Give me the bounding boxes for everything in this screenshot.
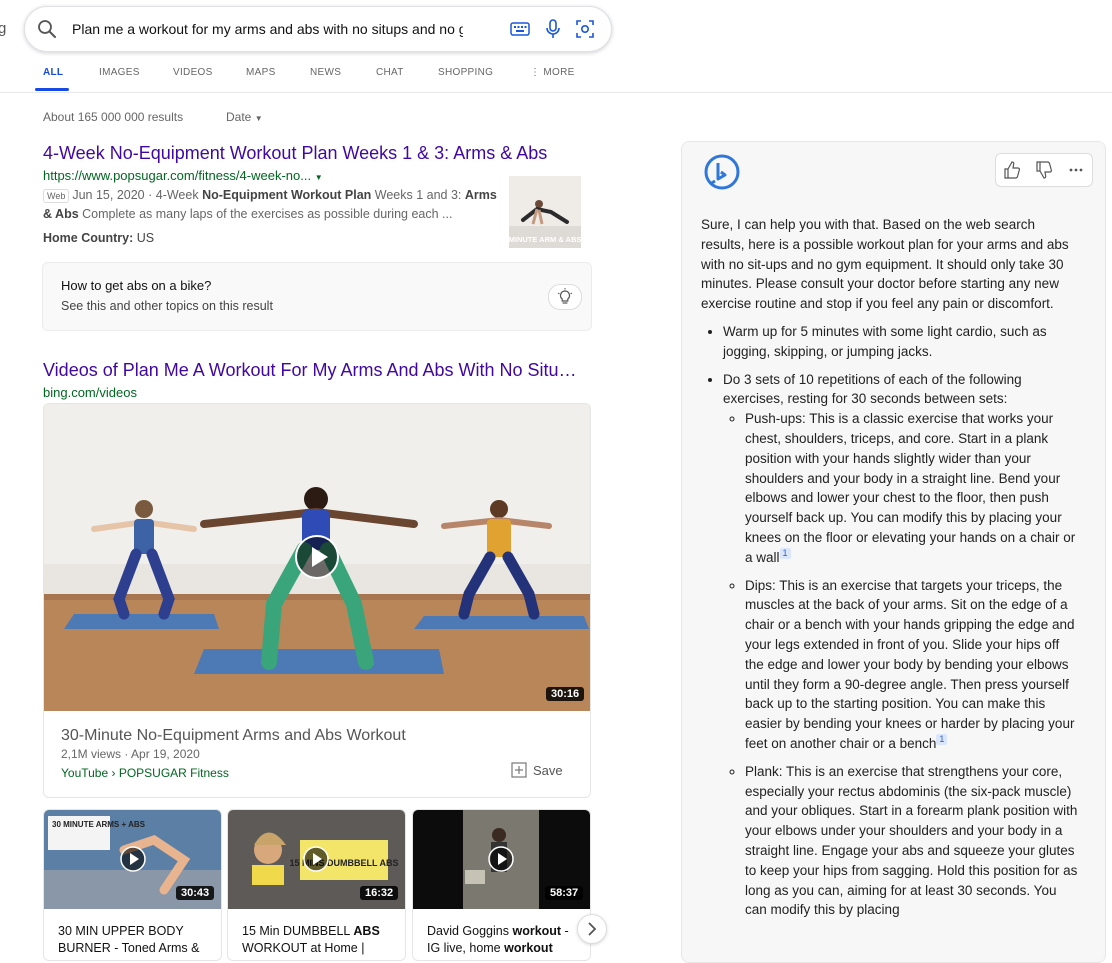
play-button-icon[interactable]	[488, 846, 514, 872]
tab-maps[interactable]: MAPS	[246, 67, 276, 78]
main-video-card[interactable]: 30:16 30-Minute No-Equipment Arms and Ab…	[43, 403, 591, 798]
thumbs-up-button[interactable]	[996, 154, 1028, 186]
video-caption[interactable]: 15 Min DUMBBELL ABS WORKOUT at Home |	[242, 923, 402, 957]
video-thumbnail-card[interactable]: 58:37 David Goggins workout - IG live, h…	[412, 809, 591, 961]
web-badge: Web	[43, 189, 70, 203]
play-button-icon[interactable]	[120, 846, 146, 872]
save-button[interactable]: Save	[511, 762, 563, 778]
bing-chat-logo-icon	[704, 154, 740, 190]
answer-bullet: Do 3 sets of 10 repetitions of each of t…	[723, 370, 1081, 921]
active-tab-indicator	[35, 88, 69, 91]
add-collection-icon	[511, 762, 527, 778]
video-thumbnail-card[interactable]: 30 MINUTE ARMS + ABS 30:43 30 MIN UPPER …	[43, 809, 222, 961]
thumbs-up-icon	[1004, 161, 1020, 179]
copilot-answer-panel: Sure, I can help you with that. Based on…	[681, 141, 1106, 963]
citation-marker[interactable]: 1	[779, 548, 791, 560]
thumbs-down-button[interactable]	[1028, 154, 1060, 186]
video-duration: 30:16	[546, 687, 585, 701]
tab-more[interactable]: ⋮ MORE	[530, 67, 575, 78]
play-button-icon[interactable]	[303, 846, 329, 872]
videos-source[interactable]: bing.com/videos	[43, 385, 137, 400]
tab-images[interactable]: IMAGES	[99, 67, 140, 78]
videos-section-title[interactable]: Videos of Plan Me A Workout For My Arms …	[43, 360, 583, 381]
cutoff-logo-glyph: g	[0, 20, 7, 37]
video-frame[interactable]: 30:16	[44, 404, 590, 711]
result-title-link[interactable]: 4-Week No-Equipment Workout Plan Weeks 1…	[43, 143, 547, 164]
thumbnail-caption: MINUTE ARM & ABS	[509, 235, 581, 244]
answer-subbullet: Push-ups: This is a classic exercise tha…	[745, 409, 1081, 567]
more-dots-icon: ⋮	[530, 67, 541, 78]
lightbulb-icon	[557, 288, 573, 304]
related-question-card[interactable]: How to get abs on a bike? See this and o…	[42, 262, 592, 331]
video-caption[interactable]: David Goggins workout - IG live, home wo…	[427, 923, 587, 957]
tab-shopping[interactable]: SHOPPING	[438, 67, 493, 78]
tab-all[interactable]: ALL	[43, 67, 63, 78]
workout-thumbnail-image: MINUTE ARM & ABS	[509, 176, 581, 248]
more-horizontal-icon	[1069, 168, 1083, 172]
chevron-right-icon	[588, 922, 597, 936]
scope-tabs: ALL IMAGES VIDEOS MAPS NEWS CHAT SHOPPIN…	[0, 62, 1112, 93]
thumbnail-badge-text: 30 MINUTE ARMS + ABS	[52, 820, 146, 829]
url-dropdown-icon[interactable]: ▼	[315, 173, 323, 182]
video-thumbnail-card[interactable]: 15 MINS DUMBBELL ABS 16:32 15 Min DUMBBE…	[227, 809, 406, 961]
video-channel[interactable]: YouTube › POPSUGAR Fitness	[61, 766, 229, 780]
results-count: About 165 000 000 results	[43, 110, 184, 124]
lightbulb-button[interactable]	[548, 284, 582, 310]
video-duration: 30:43	[176, 886, 215, 900]
more-options-button[interactable]	[1060, 154, 1092, 186]
answer-subbullet: Plank: This is an exercise that strength…	[745, 762, 1081, 920]
feedback-buttons	[995, 153, 1093, 187]
video-caption[interactable]: 30 MIN UPPER BODY BURNER - Toned Arms &	[58, 923, 218, 957]
related-question[interactable]: How to get abs on a bike?	[61, 278, 211, 293]
answer-intro: Sure, I can help you with that. Based on…	[701, 217, 1069, 312]
carousel-next-button[interactable]	[577, 914, 607, 944]
search-input[interactable]: Plan me a workout for my arms and abs wi…	[72, 21, 463, 37]
citation-marker[interactable]: 1	[936, 734, 948, 746]
microphone-icon[interactable]	[545, 19, 561, 39]
search-box[interactable]: Plan me a workout for my arms and abs wi…	[24, 6, 612, 52]
answer-subbullet: Dips: This is an exercise that targets y…	[745, 576, 1081, 754]
tab-chat[interactable]: CHAT	[376, 67, 404, 78]
video-views-date: 2,1M views · Apr 19, 2020	[61, 747, 200, 761]
tab-news[interactable]: NEWS	[310, 67, 341, 78]
keyboard-icon[interactable]	[510, 20, 530, 38]
visual-search-icon[interactable]	[575, 19, 595, 39]
date-filter[interactable]: Date ▼	[226, 110, 263, 124]
chat-answer: Sure, I can help you with that. Based on…	[701, 215, 1081, 928]
video-thumbnail-row: 30 MINUTE ARMS + ABS 30:43 30 MIN UPPER …	[43, 809, 591, 961]
tab-videos[interactable]: VIDEOS	[173, 67, 213, 78]
result-url[interactable]: https://www.popsugar.com/fitness/4-week-…	[43, 168, 323, 183]
video-duration: 58:37	[545, 886, 584, 900]
related-subtext: See this and other topics on this result	[61, 299, 273, 313]
caret-down-icon: ▼	[254, 114, 263, 123]
video-title[interactable]: 30-Minute No-Equipment Arms and Abs Work…	[61, 727, 406, 745]
video-duration: 16:32	[360, 886, 399, 900]
play-button-icon[interactable]	[294, 534, 340, 580]
thumbs-down-icon	[1036, 161, 1052, 179]
result-snippet: Web Jun 15, 2020 · 4-Week No-Equipment Wo…	[43, 188, 497, 221]
result-thumbnail[interactable]: MINUTE ARM & ABS	[509, 176, 581, 248]
result-attribute: Home Country: US	[43, 231, 155, 245]
answer-bullet: Warm up for 5 minutes with some light ca…	[723, 322, 1081, 362]
search-icon[interactable]	[37, 19, 57, 39]
